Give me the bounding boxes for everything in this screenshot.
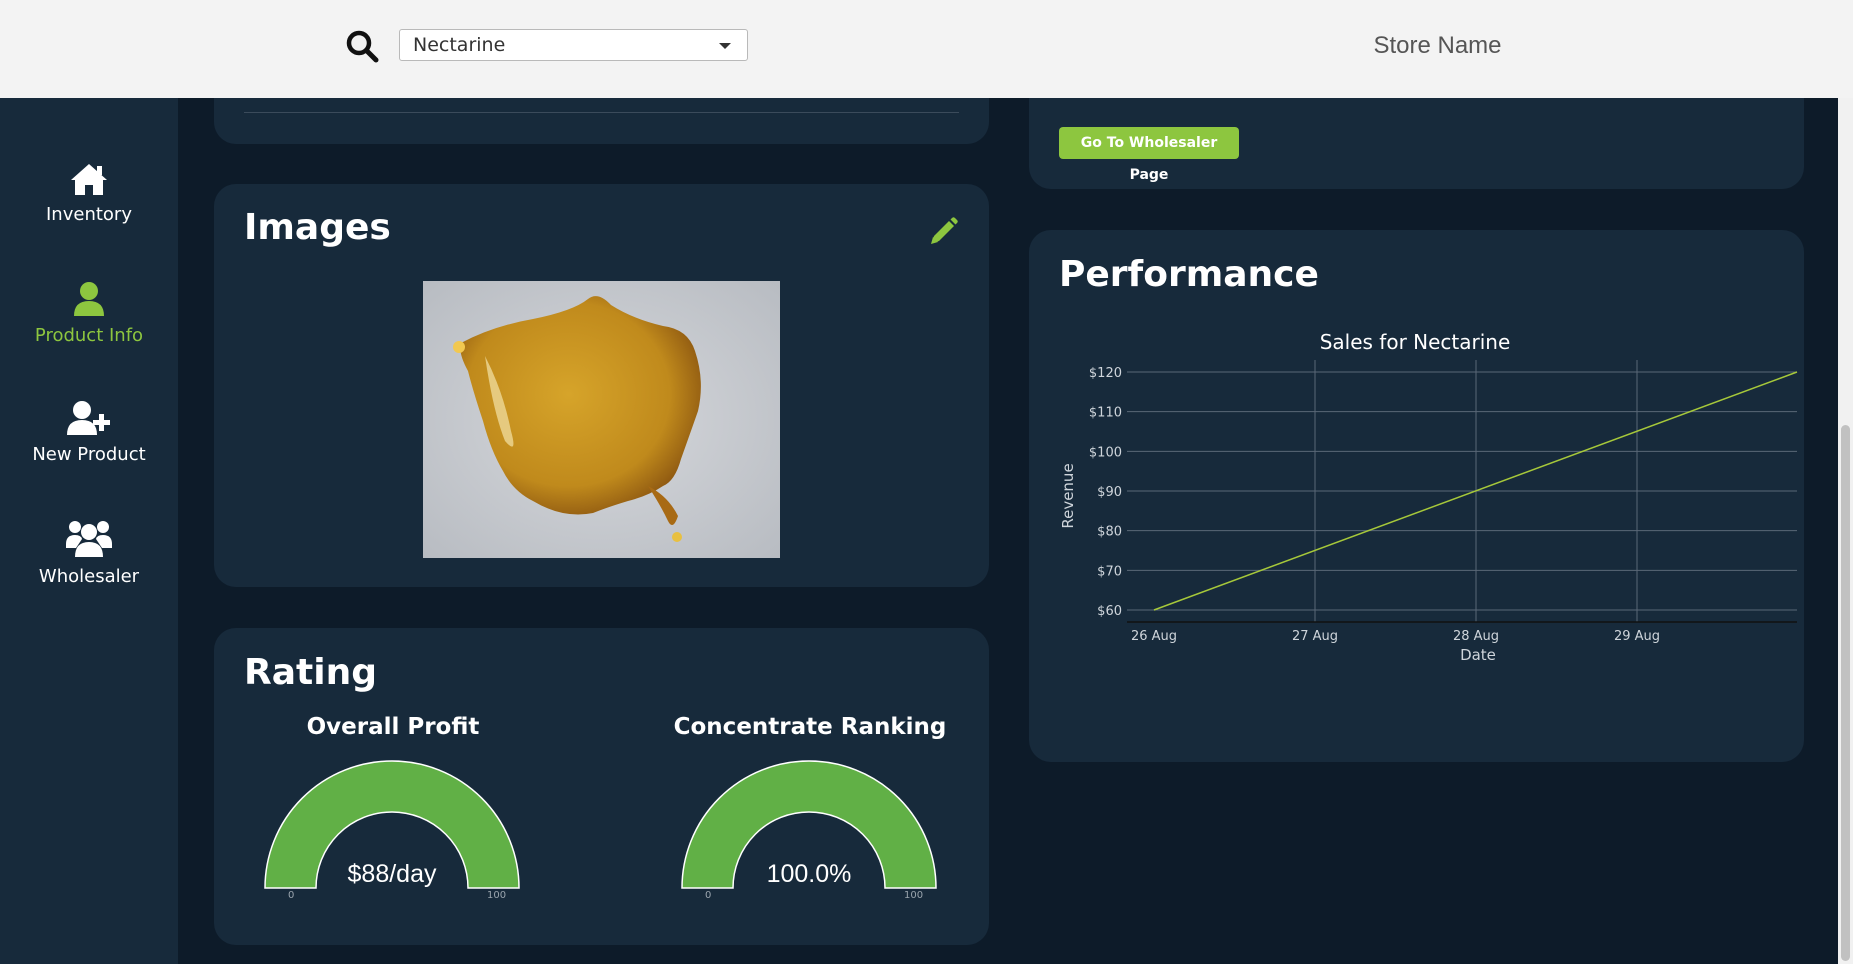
sidebar-item-new-product[interactable]: New Product — [0, 400, 178, 465]
y-tick-label: $120 — [1089, 366, 1122, 381]
sidebar-item-label: Wholesaler — [38, 566, 140, 587]
sidebar-item-label: New Product — [32, 444, 146, 465]
product-select-value: Nectarine — [413, 34, 506, 56]
search-icon[interactable] — [344, 28, 380, 64]
y-tick-label: $90 — [1097, 485, 1122, 500]
y-tick-label: $60 — [1097, 604, 1122, 619]
x-tick-label: 26 Aug — [1131, 629, 1177, 644]
top-bar: Nectarine Store Name — [0, 0, 1853, 98]
scrollbar-thumb[interactable] — [1841, 425, 1850, 961]
x-axis-label: Date — [1460, 646, 1496, 664]
gauge-max-label: 100 — [487, 890, 507, 901]
gauge-title-overall-profit: Overall Profit — [306, 714, 480, 740]
x-tick-label: 29 Aug — [1614, 629, 1660, 644]
rating-title: Rating — [244, 652, 377, 693]
gauge-min-label: 0 — [705, 890, 712, 901]
user-icon — [74, 282, 104, 316]
gauge-title-concentrate-ranking: Concentrate Ranking — [673, 714, 947, 740]
y-axis-label: Revenue — [1059, 463, 1077, 528]
sales-chart: $60 $70 $80 $90 $100 $110 $120 26 Aug 27 Aug 28 A… — [1059, 360, 1798, 664]
y-tick-label: $100 — [1089, 445, 1122, 460]
sidebar-item-label: Inventory — [46, 204, 132, 225]
sidebar-item-wholesaler[interactable]: Wholesaler — [0, 518, 178, 587]
product-select[interactable]: Nectarine — [399, 29, 748, 61]
gauge-value-concentrate-ranking: 100.0% — [766, 860, 852, 888]
user-plus-icon — [67, 401, 110, 435]
gauge-max-label: 100 — [904, 890, 924, 901]
sidebar: Inventory Product Info New Product Whole… — [0, 98, 178, 964]
x-tick-label: 28 Aug — [1453, 629, 1499, 644]
y-tick-label: $70 — [1097, 564, 1122, 579]
performance-title: Performance — [1059, 254, 1319, 295]
chevron-down-icon — [719, 43, 731, 49]
go-to-wholesaler-button[interactable]: Go To Wholesaler Page — [1059, 127, 1239, 183]
gauge-min-label: 0 — [288, 890, 295, 901]
sidebar-item-label: Product Info — [34, 325, 144, 346]
gauge-value-overall-profit: $88/day — [347, 860, 437, 888]
pencil-icon[interactable] — [927, 216, 959, 248]
product-image — [423, 281, 780, 558]
sidebar-item-product-info[interactable]: Product Info — [0, 281, 178, 346]
y-tick-label: $110 — [1089, 406, 1122, 421]
images-title: Images — [244, 207, 391, 248]
x-tick-label: 27 Aug — [1292, 629, 1338, 644]
store-name: Store Name — [1373, 32, 1502, 59]
home-icon — [71, 164, 107, 195]
y-tick-label: $80 — [1097, 525, 1122, 540]
users-icon — [66, 521, 112, 557]
sidebar-item-inventory[interactable]: Inventory — [0, 162, 178, 225]
divider — [244, 112, 959, 113]
